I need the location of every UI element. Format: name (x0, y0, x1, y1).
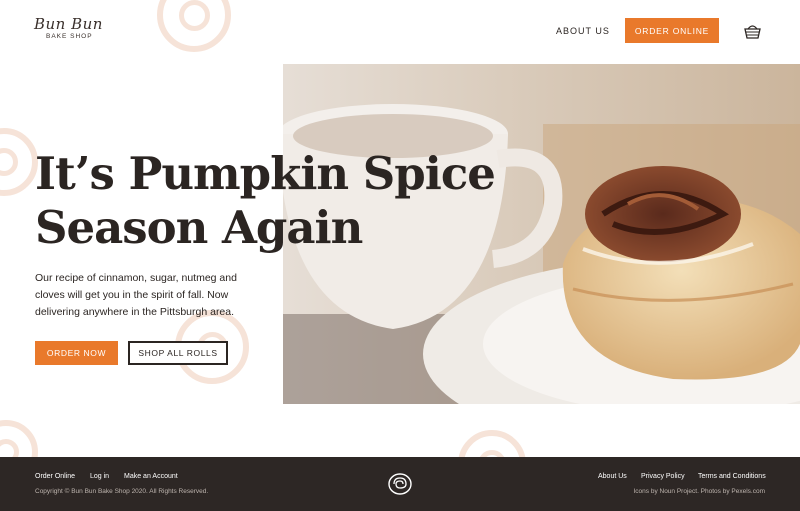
footer-credit: Icons by Noun Project. Photos by Pexels.… (633, 488, 765, 495)
hero-title: It’s Pumpkin Spice Season Again (35, 147, 496, 255)
nav-about-us[interactable]: ABOUT US (556, 26, 610, 36)
order-now-button[interactable]: ORDER NOW (35, 341, 118, 365)
site-header: Bun Bun BAKE SHOP ABOUT US ORDER ONLINE (0, 0, 800, 64)
shop-all-rolls-button[interactable]: SHOP ALL ROLLS (128, 341, 228, 365)
site-footer: Order Online Log in Make an Account Copy… (0, 457, 800, 511)
order-online-button[interactable]: ORDER ONLINE (625, 18, 719, 43)
footer-link-make-account[interactable]: Make an Account (124, 473, 178, 480)
hero-title-line1: It’s Pumpkin Spice (35, 147, 496, 200)
brand-name: Bun Bun (34, 15, 103, 33)
brand-logo[interactable]: Bun Bun BAKE SHOP (34, 16, 104, 40)
cinnamon-roll-icon[interactable] (388, 473, 412, 495)
hero-description: Our recipe of cinnamon, sugar, nutmeg an… (35, 272, 237, 318)
footer-copyright: Copyright © Bun Bun Bake Shop 2020. All … (35, 488, 209, 495)
footer-link-privacy-policy[interactable]: Privacy Policy (641, 473, 685, 480)
decorative-swirl-left (0, 128, 38, 196)
brand-subtitle: BAKE SHOP (46, 33, 93, 40)
hero-title-line2: Season Again (35, 201, 363, 254)
footer-link-terms[interactable]: Terms and Conditions (698, 473, 766, 480)
footer-link-about-us[interactable]: About Us (598, 473, 627, 480)
basket-icon[interactable] (744, 24, 761, 39)
footer-link-log-in[interactable]: Log in (90, 473, 109, 480)
footer-link-order-online[interactable]: Order Online (35, 473, 75, 480)
